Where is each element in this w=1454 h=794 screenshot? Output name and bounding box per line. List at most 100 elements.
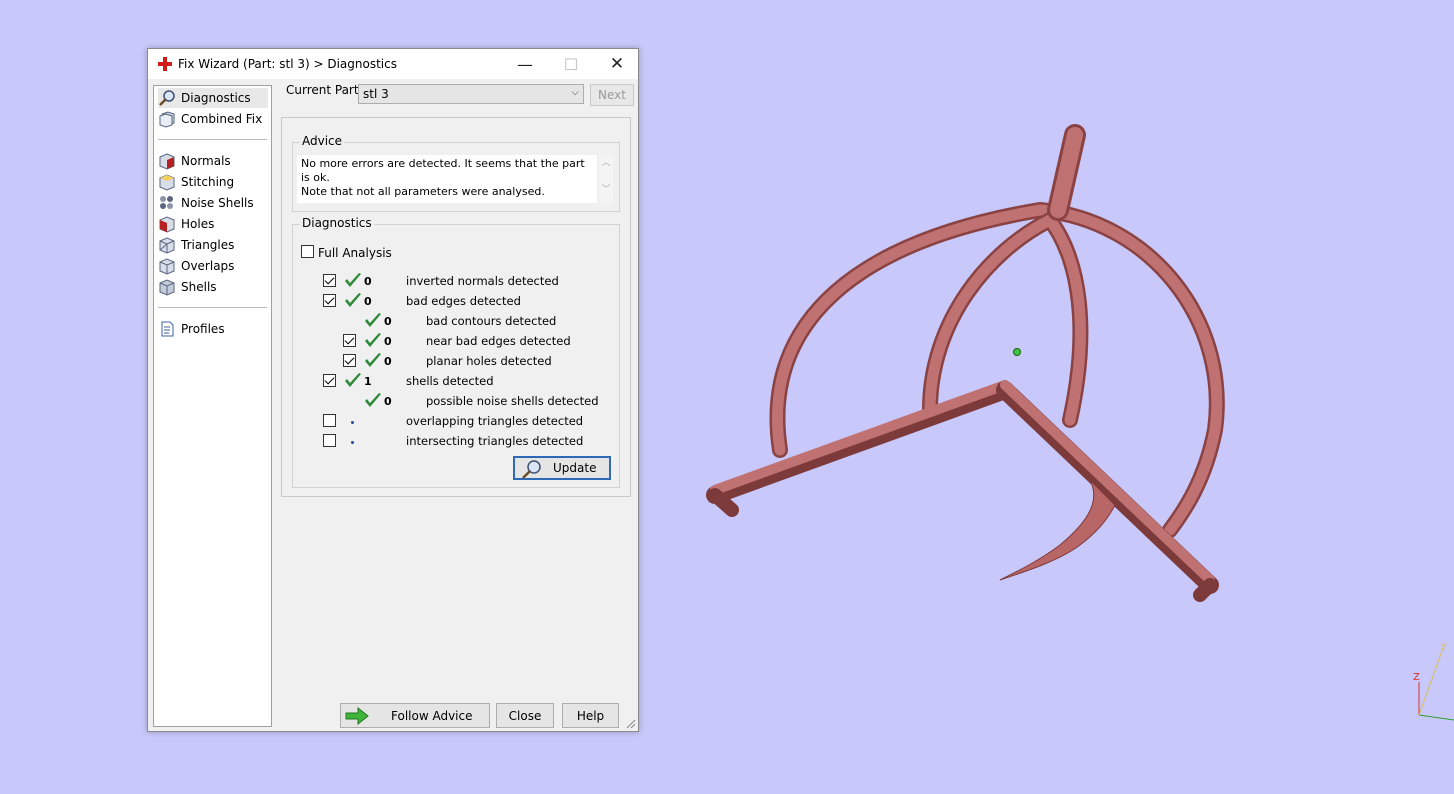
- sidebar-divider: [158, 139, 267, 140]
- sidebar-item-normals[interactable]: Normals: [158, 151, 268, 171]
- diagnostics-group-label: Diagnostics: [300, 216, 374, 230]
- green-check-icon: [345, 293, 361, 307]
- noise-shells-icon: [160, 196, 173, 209]
- diagnostic-label: near bad edges detected: [426, 334, 571, 348]
- next-button[interactable]: Next: [590, 84, 634, 106]
- diagnostic-checkbox[interactable]: [323, 274, 336, 287]
- sidebar-item-label: Holes: [181, 217, 215, 231]
- diagnostic-row: 0 bad edges detected: [293, 293, 613, 310]
- diagnostic-row: 0 planar holes detected: [293, 353, 613, 370]
- diagnostic-label: possible noise shells detected: [426, 394, 599, 408]
- sidebar-item-overlaps[interactable]: Overlaps: [158, 256, 268, 276]
- pivot-point-icon[interactable]: [1013, 348, 1021, 356]
- advice-group-label: Advice: [300, 134, 345, 148]
- sidebar-item-label: Triangles: [181, 238, 235, 252]
- diagnostic-count: 0: [384, 395, 392, 408]
- current-part-value: stl 3: [363, 87, 389, 101]
- green-check-icon: [365, 353, 381, 367]
- axis-y-label: Y: [1440, 643, 1447, 653]
- shells-cube-icon: [159, 279, 175, 296]
- diagnostic-label: intersecting triangles detected: [406, 434, 584, 448]
- axis-z-label: Z: [1413, 672, 1420, 683]
- sidebar-item-label: Profiles: [181, 322, 225, 336]
- diagnostic-checkbox[interactable]: [323, 414, 336, 427]
- sidebar-item-combined-fix[interactable]: Combined Fix: [158, 109, 268, 129]
- diagnostic-row: 0 possible noise shells detected: [293, 393, 613, 410]
- sidebar-divider: [158, 307, 267, 308]
- sidebar-item-label: Shells: [181, 280, 217, 294]
- main-panel: Advice No more errors are detected. It s…: [281, 117, 631, 497]
- arrow-right-icon: [345, 707, 369, 725]
- green-check-icon: [365, 393, 381, 407]
- sidebar: Diagnostics Combined Fix Normals Stitchi…: [153, 85, 272, 727]
- sidebar-item-holes[interactable]: Holes: [158, 214, 268, 234]
- diagnostic-label: bad contours detected: [426, 314, 557, 328]
- help-button[interactable]: Help: [562, 703, 619, 728]
- advice-text-area[interactable]: No more errors are detected. It seems th…: [297, 155, 597, 203]
- diagnostic-count: 0: [384, 355, 392, 368]
- diagnostic-label: overlapping triangles detected: [406, 414, 584, 428]
- close-button[interactable]: Close: [496, 703, 554, 728]
- window-title: Fix Wizard (Part: stl 3) > Diagnostics: [178, 57, 397, 71]
- stitching-cube-icon: [159, 174, 175, 191]
- full-analysis-label: Full Analysis: [318, 246, 392, 260]
- sidebar-item-label: Stitching: [181, 175, 235, 189]
- diagnostic-label: inverted normals detected: [406, 274, 559, 288]
- magnifier-icon: [522, 460, 541, 479]
- scroll-up-icon[interactable]: ︿: [599, 155, 613, 168]
- follow-advice-button[interactable]: Follow Advice: [340, 703, 490, 728]
- diagnostic-row: overlapping triangles detected: [293, 414, 613, 430]
- title-bar[interactable]: Fix Wizard (Part: stl 3) > Diagnostics —…: [148, 49, 638, 79]
- diagnostic-count: 0: [384, 335, 392, 348]
- resize-grip-icon[interactable]: [626, 719, 636, 729]
- diagnostic-checkbox[interactable]: [343, 354, 356, 367]
- diagnostic-checkbox[interactable]: [323, 434, 336, 447]
- sidebar-item-noise-shells[interactable]: Noise Shells: [158, 193, 268, 213]
- sidebar-item-label: Noise Shells: [181, 196, 254, 210]
- diagnostic-checkbox[interactable]: [323, 374, 336, 387]
- green-check-icon: [345, 373, 361, 387]
- follow-advice-label: Follow Advice: [391, 709, 473, 723]
- sidebar-item-label: Normals: [181, 154, 231, 168]
- sidebar-item-label: Diagnostics: [181, 91, 251, 105]
- close-window-button[interactable]: ✕: [594, 49, 640, 79]
- diagnostic-label: planar holes detected: [426, 354, 552, 368]
- sidebar-item-profiles[interactable]: Profiles: [158, 319, 268, 339]
- diagnostic-checkbox[interactable]: [343, 334, 356, 347]
- advice-group: Advice No more errors are detected. It s…: [292, 134, 620, 212]
- not-analysed-dot-icon: [351, 421, 354, 424]
- sidebar-item-triangles[interactable]: Triangles: [158, 235, 268, 255]
- maximize-button[interactable]: ☐: [548, 49, 594, 79]
- advice-scrollbar[interactable]: ︿ ﹀: [599, 155, 613, 203]
- triangles-cube-icon: [159, 237, 175, 254]
- diagnostic-row: 1 shells detected: [293, 373, 613, 390]
- green-check-icon: [365, 333, 381, 347]
- fix-wizard-window: Fix Wizard (Part: stl 3) > Diagnostics —…: [147, 48, 639, 732]
- current-part-select[interactable]: stl 3 ⌵: [358, 84, 584, 104]
- advice-line-2: Note that not all parameters were analys…: [301, 185, 545, 198]
- diagnostic-checkbox[interactable]: [323, 294, 336, 307]
- overlaps-cube-icon: [159, 258, 175, 275]
- sidebar-item-diagnostics[interactable]: Diagnostics: [158, 88, 268, 108]
- diagnostic-label: bad edges detected: [406, 294, 521, 308]
- 3d-model-view[interactable]: [680, 100, 1250, 620]
- normals-cube-icon: [159, 153, 175, 170]
- diagnostics-group: Diagnostics Full Analysis 0 inverted norm…: [292, 216, 620, 488]
- chevron-down-icon: ⌵: [571, 87, 579, 98]
- sidebar-item-stitching[interactable]: Stitching: [158, 172, 268, 192]
- scroll-down-icon[interactable]: ﹀: [599, 182, 613, 195]
- diagnostic-count: 1: [364, 375, 372, 388]
- full-analysis-checkbox[interactable]: [301, 245, 314, 258]
- holes-cube-icon: [159, 216, 175, 233]
- diagnostic-count: 0: [364, 295, 372, 308]
- update-label: Update: [553, 461, 597, 475]
- diagnostic-count: 0: [364, 275, 372, 288]
- cube-stack-icon: [159, 111, 175, 128]
- diagnostic-row: 0 bad contours detected: [293, 313, 613, 330]
- advice-line-1: No more errors are detected. It seems th…: [301, 157, 585, 184]
- update-button[interactable]: Update: [513, 456, 611, 480]
- axis-triad: Z Y: [1413, 643, 1454, 721]
- minimize-button[interactable]: —: [502, 49, 548, 79]
- not-analysed-dot-icon: [351, 441, 354, 444]
- sidebar-item-shells[interactable]: Shells: [158, 277, 268, 297]
